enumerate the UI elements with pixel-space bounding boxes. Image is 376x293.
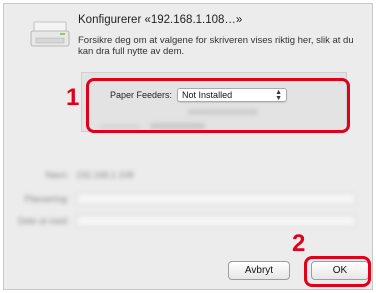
- location-field[interactable]: [76, 193, 356, 205]
- shared-label: Dele ut med:: [17, 216, 69, 226]
- cancel-button[interactable]: Avbryt: [228, 261, 290, 280]
- highlight-paper-feeders: [86, 78, 350, 133]
- step-number-2: 2: [292, 230, 306, 257]
- step-number-1: 1: [66, 84, 80, 111]
- name-value: 192.168.1.108: [76, 170, 134, 180]
- printer-icon: [30, 21, 70, 47]
- name-label: Navn:: [45, 170, 69, 180]
- shared-field[interactable]: [76, 215, 356, 227]
- location-label: Plassering:: [24, 194, 69, 204]
- dialog-title: Konfigurerer «192.168.1.108…»: [78, 14, 243, 26]
- dialog-description: Forsikre deg om at valgene for skriveren…: [78, 35, 354, 57]
- highlight-ok-button: [304, 256, 371, 287]
